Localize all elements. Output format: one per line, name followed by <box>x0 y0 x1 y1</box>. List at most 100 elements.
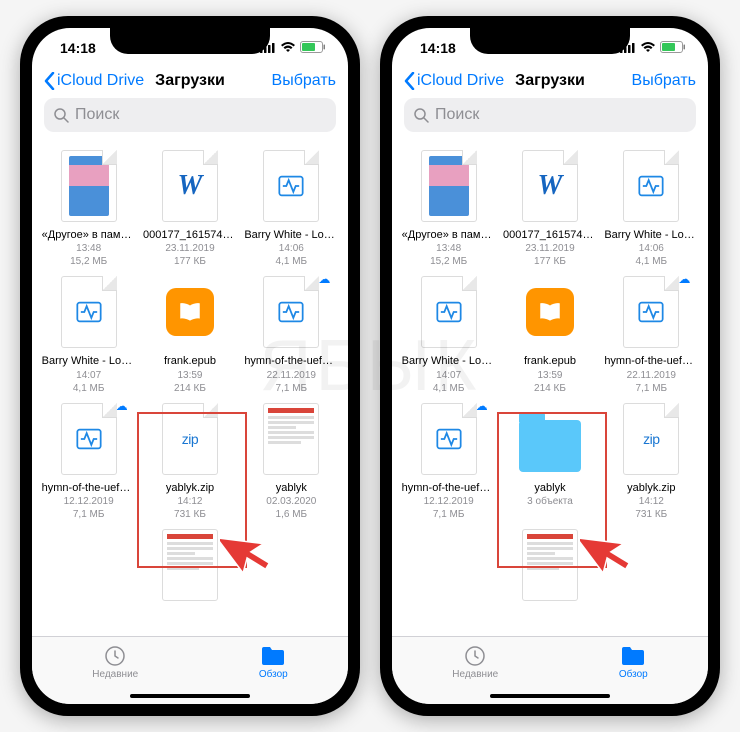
file-item[interactable]: ☁︎ hymn-of-the-uefa-c...ague 2 12.12.201… <box>42 401 136 521</box>
file-size: 214 КБ <box>503 382 597 395</box>
file-grid: «Другое» в памят...Яблык 13:48 15,2 МБ W… <box>32 140 348 636</box>
file-item[interactable]: ☁︎ hymn-of-the-uefa-c...league 22.11.201… <box>604 274 698 394</box>
file-thumbnail <box>519 527 581 603</box>
file-item[interactable]: Barry White - Low Rider 14:06 4,1 МБ <box>244 148 338 268</box>
file-date: 22.11.2019 <box>604 369 698 382</box>
tab-recent[interactable]: Недавние <box>92 643 138 680</box>
search-placeholder: Поиск <box>75 106 119 124</box>
file-thumbnail: zip <box>159 401 221 477</box>
file-date: 14:07 <box>42 369 136 382</box>
file-item[interactable]: yablyk 3 объекта <box>503 401 597 521</box>
file-item[interactable]: W 000177_161574_Post-...ila.doc 23.11.20… <box>503 148 597 268</box>
file-size: 177 КБ <box>503 255 597 268</box>
file-date: 13:59 <box>143 369 237 382</box>
file-name: 000177_161574_Post-...ila.doc <box>503 228 597 242</box>
file-name: Barry White - Low Rider <box>604 228 698 242</box>
notch <box>110 28 270 54</box>
file-size: 4,1 МБ <box>244 255 338 268</box>
file-name: «Другое» в памят...Яблык <box>402 228 496 242</box>
file-date: 14:12 <box>604 495 698 508</box>
file-size: 7,1 МБ <box>244 382 338 395</box>
file-name: hymn-of-the-uefa-c...ague 2 <box>42 481 136 495</box>
file-size: 177 КБ <box>143 255 237 268</box>
phone-frame: 14:18 iCloud Drive Загрузки Выбрать Поис… <box>20 16 360 716</box>
file-size: 15,2 МБ <box>402 255 496 268</box>
file-size: 15,2 МБ <box>42 255 136 268</box>
file-size: 4,1 МБ <box>604 255 698 268</box>
select-button[interactable]: Выбрать <box>272 72 336 90</box>
back-button[interactable]: iCloud Drive <box>44 72 144 90</box>
clock-icon <box>463 644 487 668</box>
home-indicator[interactable] <box>490 694 610 698</box>
file-item[interactable]: ☁︎ hymn-of-the-uefa-c...ague 2 12.12.201… <box>402 401 496 521</box>
file-item[interactable]: W 000177_161574_Post-...ila.doc 23.11.20… <box>143 148 237 268</box>
file-thumbnail <box>418 274 480 350</box>
file-item[interactable] <box>503 527 597 607</box>
file-name: hymn-of-the-uefa-c...ague 2 <box>402 481 496 495</box>
file-size: 731 КБ <box>604 508 698 521</box>
phone-frame: 14:18 iCloud Drive Загрузки Выбрать Поис… <box>380 16 720 716</box>
folder-icon <box>620 645 646 667</box>
file-name: hymn-of-the-uefa-c...league <box>244 354 338 368</box>
search-input[interactable]: Поиск <box>44 98 336 132</box>
file-thumbnail <box>519 274 581 350</box>
file-thumbnail <box>260 274 322 350</box>
file-name: yablyk.zip <box>143 481 237 495</box>
file-thumbnail: W <box>519 148 581 224</box>
file-grid: «Другое» в памят...Яблык 13:48 15,2 МБ W… <box>392 140 708 636</box>
file-date: 14:07 <box>402 369 496 382</box>
folder-icon <box>260 645 286 667</box>
back-button[interactable]: iCloud Drive <box>404 72 504 90</box>
file-item[interactable]: «Другое» в памят...Яблык 13:48 15,2 МБ <box>402 148 496 268</box>
file-name: Barry White - Low Rider 2 <box>402 354 496 368</box>
file-item[interactable]: Barry White - Low Rider 2 14:07 4,1 МБ <box>402 274 496 394</box>
file-item[interactable] <box>143 527 237 607</box>
file-thumbnail <box>519 401 581 477</box>
file-thumbnail <box>418 401 480 477</box>
home-indicator[interactable] <box>130 694 250 698</box>
file-size: 4,1 МБ <box>402 382 496 395</box>
file-name: yablyk.zip <box>604 481 698 495</box>
chevron-left-icon <box>44 72 55 90</box>
file-item[interactable]: frank.epub 13:59 214 КБ <box>143 274 237 394</box>
file-name: yablyk <box>244 481 338 495</box>
file-date: 02.03.2020 <box>244 495 338 508</box>
file-date: 12.12.2019 <box>42 495 136 508</box>
file-size: 731 КБ <box>143 508 237 521</box>
file-date: 14:12 <box>143 495 237 508</box>
back-label: iCloud Drive <box>417 72 504 90</box>
search-input[interactable]: Поиск <box>404 98 696 132</box>
search-icon <box>54 108 69 123</box>
wifi-icon <box>640 40 656 56</box>
wifi-icon <box>280 40 296 56</box>
nav-bar: iCloud Drive Загрузки Выбрать <box>392 68 708 96</box>
file-date: 22.11.2019 <box>244 369 338 382</box>
file-item[interactable]: yablyk 02.03.2020 1,6 МБ <box>244 401 338 521</box>
file-thumbnail <box>620 148 682 224</box>
page-title: Загрузки <box>155 72 225 90</box>
file-size: 1,6 МБ <box>244 508 338 521</box>
file-item[interactable]: ☁︎ hymn-of-the-uefa-c...league 22.11.201… <box>244 274 338 394</box>
search-placeholder: Поиск <box>435 106 479 124</box>
file-item[interactable]: zip yablyk.zip 14:12 731 КБ <box>143 401 237 521</box>
file-name: yablyk <box>503 481 597 495</box>
file-date: 13:59 <box>503 369 597 382</box>
file-item[interactable]: «Другое» в памят...Яблык 13:48 15,2 МБ <box>42 148 136 268</box>
select-button[interactable]: Выбрать <box>632 72 696 90</box>
file-item[interactable]: frank.epub 13:59 214 КБ <box>503 274 597 394</box>
file-date: 12.12.2019 <box>402 495 496 508</box>
file-name: frank.epub <box>143 354 237 368</box>
battery-icon <box>300 40 326 56</box>
file-thumbnail <box>58 401 120 477</box>
tab-browse[interactable]: Обзор <box>619 643 648 680</box>
file-item[interactable]: Barry White - Low Rider 14:06 4,1 МБ <box>604 148 698 268</box>
tab-label: Обзор <box>619 669 648 680</box>
tab-label: Обзор <box>259 669 288 680</box>
tab-browse[interactable]: Обзор <box>259 643 288 680</box>
file-thumbnail <box>58 274 120 350</box>
file-item[interactable]: zip yablyk.zip 14:12 731 КБ <box>604 401 698 521</box>
tab-recent[interactable]: Недавние <box>452 643 498 680</box>
tab-label: Недавние <box>452 669 498 680</box>
file-item[interactable]: Barry White - Low Rider 2 14:07 4,1 МБ <box>42 274 136 394</box>
file-thumbnail <box>418 148 480 224</box>
